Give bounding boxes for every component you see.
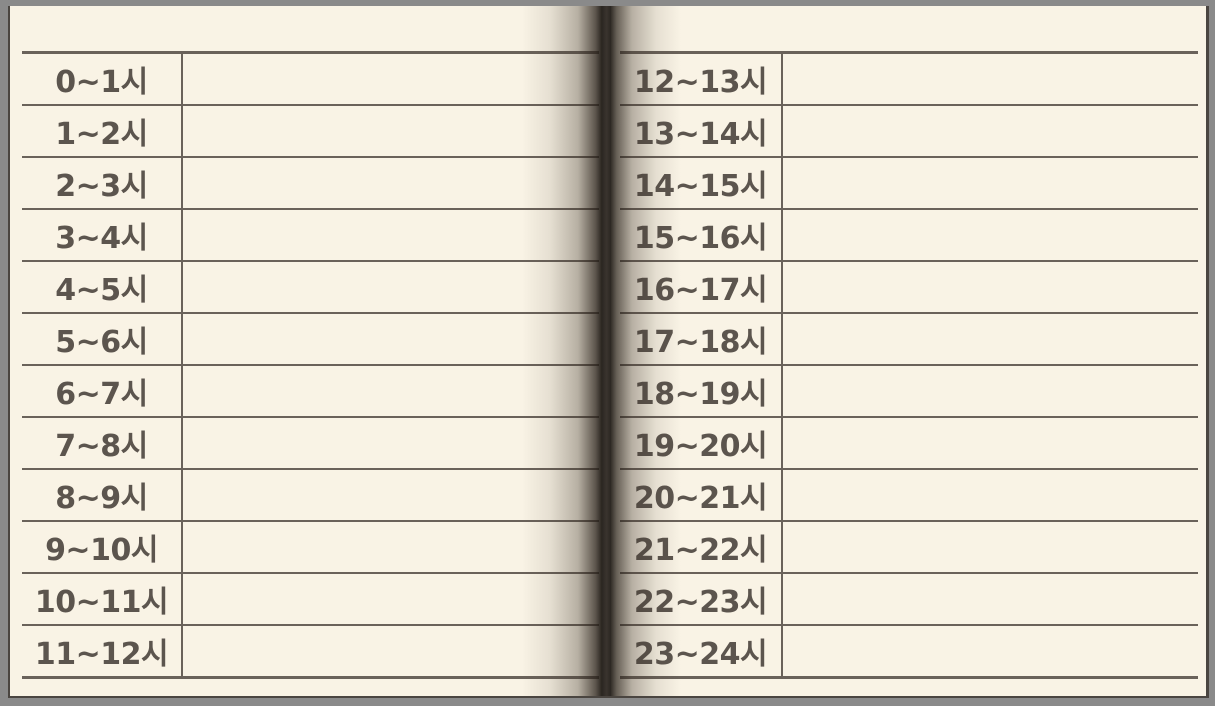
schedule-row: 9~10시: [22, 522, 599, 574]
schedule-row: 20~21시: [620, 470, 1198, 522]
hour-label: 6~7시: [22, 366, 183, 416]
left-schedule-table: 0~1시 1~2시 2~3시 3~4시 4~5시 5~6시 6~7시 7~8시 8~9시 9~10…: [22, 51, 599, 679]
schedule-row: 10~11시: [22, 574, 599, 626]
hour-label: 4~5시: [22, 262, 183, 312]
schedule-entry-cell[interactable]: [783, 522, 1198, 572]
hour-label: 13~14시: [620, 106, 783, 156]
schedule-row: 4~5시: [22, 262, 599, 314]
schedule-row: 15~16시: [620, 210, 1198, 262]
schedule-row: 8~9시: [22, 470, 599, 522]
schedule-row: 16~17시: [620, 262, 1198, 314]
right-schedule-table: 12~13시 13~14시 14~15시 15~16시 16~17시 17~18시 18~1…: [620, 51, 1198, 679]
schedule-row: 21~22시: [620, 522, 1198, 574]
schedule-row: 5~6시: [22, 314, 599, 366]
hour-label: 5~6시: [22, 314, 183, 364]
schedule-entry-cell[interactable]: [183, 314, 599, 364]
schedule-row: 13~14시: [620, 106, 1198, 158]
schedule-entry-cell[interactable]: [183, 626, 599, 676]
schedule-row: 23~24시: [620, 626, 1198, 676]
schedule-entry-cell[interactable]: [783, 262, 1198, 312]
schedule-row: 3~4시: [22, 210, 599, 262]
hour-label: 18~19시: [620, 366, 783, 416]
planner-book: 0~1시 1~2시 2~3시 3~4시 4~5시 5~6시 6~7시 7~8시 8~9시 9~10…: [8, 6, 1209, 698]
hour-label: 11~12시: [22, 626, 183, 676]
schedule-row: 1~2시: [22, 106, 599, 158]
hour-label: 23~24시: [620, 626, 783, 676]
hour-label: 1~2시: [22, 106, 183, 156]
schedule-entry-cell[interactable]: [183, 470, 599, 520]
hour-label: 0~1시: [22, 54, 183, 104]
schedule-entry-cell[interactable]: [183, 158, 599, 208]
hour-label: 16~17시: [620, 262, 783, 312]
schedule-entry-cell[interactable]: [183, 106, 599, 156]
left-page: 0~1시 1~2시 2~3시 3~4시 4~5시 5~6시 6~7시 7~8시 8~9시 9~10…: [10, 6, 602, 696]
hour-label: 2~3시: [22, 158, 183, 208]
schedule-entry-cell[interactable]: [783, 626, 1198, 676]
schedule-entry-cell[interactable]: [783, 210, 1198, 260]
hour-label: 7~8시: [22, 418, 183, 468]
schedule-entry-cell[interactable]: [183, 366, 599, 416]
schedule-entry-cell[interactable]: [783, 418, 1198, 468]
schedule-row: 22~23시: [620, 574, 1198, 626]
hour-label: 14~15시: [620, 158, 783, 208]
schedule-row: 17~18시: [620, 314, 1198, 366]
schedule-row: 19~20시: [620, 418, 1198, 470]
schedule-row: 2~3시: [22, 158, 599, 210]
schedule-row: 12~13시: [620, 54, 1198, 106]
right-page: 12~13시 13~14시 14~15시 15~16시 16~17시 17~18시 18~1…: [611, 6, 1206, 696]
schedule-row: 6~7시: [22, 366, 599, 418]
hour-label: 22~23시: [620, 574, 783, 624]
schedule-entry-cell[interactable]: [183, 574, 599, 624]
schedule-row: 7~8시: [22, 418, 599, 470]
schedule-row: 11~12시: [22, 626, 599, 676]
hour-label: 20~21시: [620, 470, 783, 520]
hour-label: 12~13시: [620, 54, 783, 104]
schedule-entry-cell[interactable]: [783, 54, 1198, 104]
schedule-entry-cell[interactable]: [783, 158, 1198, 208]
hour-label: 3~4시: [22, 210, 183, 260]
hour-label: 21~22시: [620, 522, 783, 572]
schedule-entry-cell[interactable]: [783, 366, 1198, 416]
hour-label: 8~9시: [22, 470, 183, 520]
hour-label: 10~11시: [22, 574, 183, 624]
schedule-row: 0~1시: [22, 54, 599, 106]
book-spine: [602, 6, 611, 696]
schedule-row: 18~19시: [620, 366, 1198, 418]
schedule-entry-cell[interactable]: [183, 262, 599, 312]
hour-label: 9~10시: [22, 522, 183, 572]
schedule-entry-cell[interactable]: [783, 314, 1198, 364]
schedule-entry-cell[interactable]: [783, 574, 1198, 624]
hour-label: 15~16시: [620, 210, 783, 260]
hour-label: 17~18시: [620, 314, 783, 364]
schedule-entry-cell[interactable]: [183, 54, 599, 104]
hour-label: 19~20시: [620, 418, 783, 468]
schedule-entry-cell[interactable]: [183, 522, 599, 572]
schedule-entry-cell[interactable]: [183, 418, 599, 468]
schedule-row: 14~15시: [620, 158, 1198, 210]
schedule-entry-cell[interactable]: [783, 106, 1198, 156]
schedule-entry-cell[interactable]: [183, 210, 599, 260]
schedule-entry-cell[interactable]: [783, 470, 1198, 520]
